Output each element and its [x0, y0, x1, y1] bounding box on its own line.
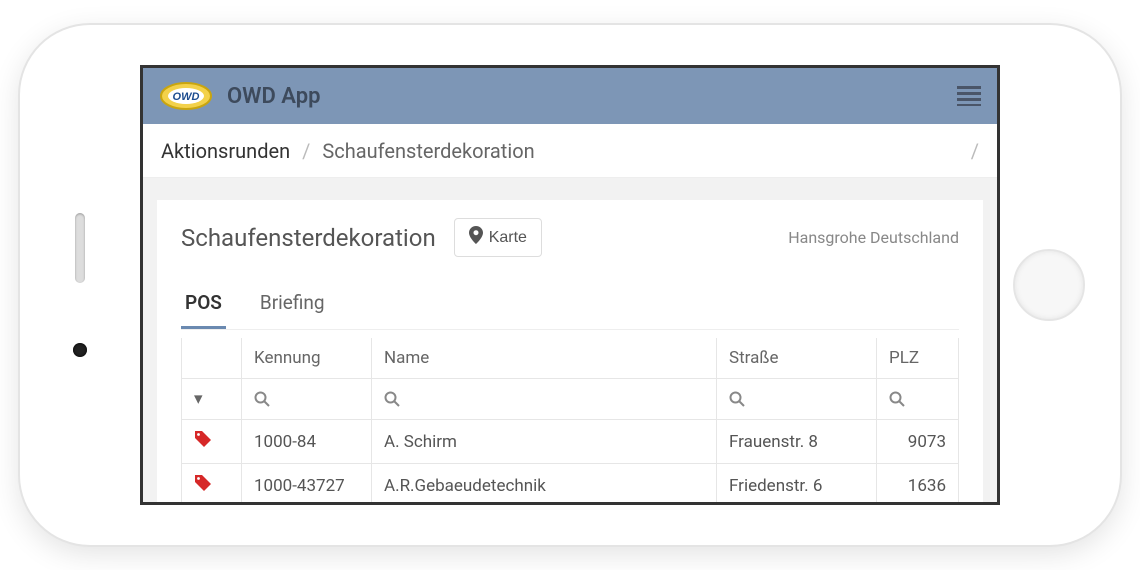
phone-speaker	[75, 213, 85, 283]
col-header-plz[interactable]: PLZ	[877, 338, 959, 379]
filter-name[interactable]	[372, 379, 717, 420]
content-wrap: Schaufensterdekoration Karte Hansgrohe D…	[143, 178, 997, 502]
content-card: Schaufensterdekoration Karte Hansgrohe D…	[157, 200, 983, 502]
breadcrumb-separator: /	[302, 139, 310, 163]
search-icon	[729, 391, 864, 407]
table-header-row: Kennung Name Straße PLZ	[182, 338, 959, 379]
row-id: 1000-43727	[242, 464, 372, 503]
map-pin-icon	[469, 226, 483, 249]
tag-icon	[194, 430, 212, 453]
row-tag-cell[interactable]	[182, 420, 242, 464]
app-title: OWD App	[227, 84, 320, 109]
breadcrumb: Aktionsrunden / Schaufensterdekoration /	[143, 124, 997, 178]
filter-id[interactable]	[242, 379, 372, 420]
tab-briefing[interactable]: Briefing	[256, 283, 329, 329]
row-plz: 1636	[877, 464, 959, 503]
filter-plz[interactable]	[877, 379, 959, 420]
row-plz: 9073	[877, 420, 959, 464]
table-row[interactable]: 1000-84 A. Schirm Frauenstr. 8 9073	[182, 420, 959, 464]
tabs: POS Briefing	[181, 283, 959, 330]
map-button[interactable]: Karte	[454, 218, 542, 257]
row-street: Friedenstr. 6	[717, 464, 877, 503]
phone-frame: OWD OWD App Aktionsrunden / Schaufenster…	[20, 25, 1120, 545]
row-tag-cell[interactable]	[182, 464, 242, 503]
phone-home-button[interactable]	[1013, 249, 1085, 321]
col-header-tag[interactable]	[182, 338, 242, 379]
card-header: Schaufensterdekoration Karte Hansgrohe D…	[181, 218, 959, 257]
search-icon	[254, 391, 359, 407]
col-header-street[interactable]: Straße	[717, 338, 877, 379]
brand: OWD OWD App	[159, 80, 320, 112]
breadcrumb-item-0[interactable]: Aktionsrunden	[161, 139, 290, 163]
table-filter-row: ▾	[182, 379, 959, 420]
app-screen: OWD OWD App Aktionsrunden / Schaufenster…	[140, 65, 1000, 505]
tab-pos[interactable]: POS	[181, 283, 226, 329]
owd-logo: OWD	[159, 80, 213, 112]
caret-down-icon: ▾	[194, 389, 203, 409]
search-icon	[889, 391, 946, 407]
breadcrumb-trailing-separator: /	[971, 139, 979, 163]
phone-speaker-cluster	[20, 25, 140, 545]
col-header-id[interactable]: Kennung	[242, 338, 372, 379]
logo-text: OWD	[173, 91, 200, 103]
breadcrumb-item-1[interactable]: Schaufensterdekoration	[322, 139, 534, 163]
phone-front-camera	[73, 343, 87, 357]
map-button-label: Karte	[489, 229, 527, 247]
filter-dropdown[interactable]: ▾	[182, 379, 242, 420]
search-icon	[384, 391, 704, 407]
table-row[interactable]: 1000-43727 A.R.Gebaeudetechnik Friedenst…	[182, 464, 959, 503]
col-header-name[interactable]: Name	[372, 338, 717, 379]
app-header: OWD OWD App	[143, 68, 997, 124]
row-name: A.R.Gebaeudetechnik	[372, 464, 717, 503]
row-id: 1000-84	[242, 420, 372, 464]
row-name: A. Schirm	[372, 420, 717, 464]
client-label: Hansgrohe Deutschland	[788, 228, 959, 247]
menu-icon[interactable]	[957, 86, 981, 106]
tag-icon	[194, 474, 212, 497]
pos-table: Kennung Name Straße PLZ ▾	[181, 338, 959, 502]
row-street: Frauenstr. 8	[717, 420, 877, 464]
page-title: Schaufensterdekoration	[181, 224, 436, 252]
filter-street[interactable]	[717, 379, 877, 420]
